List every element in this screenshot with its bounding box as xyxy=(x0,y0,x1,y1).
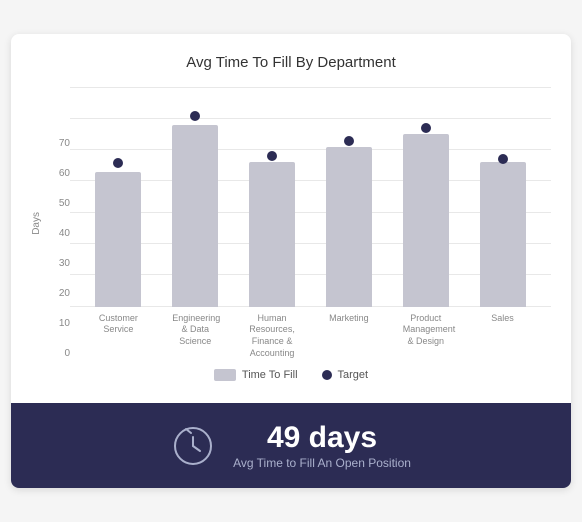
y-axis-title: Days xyxy=(31,212,42,235)
y-tick: 30 xyxy=(59,259,70,269)
target-dot xyxy=(267,151,277,161)
x-label: Sales xyxy=(480,313,526,360)
legend-target-label: Target xyxy=(338,369,369,381)
y-tick: 10 xyxy=(59,319,70,329)
summary-bar: 49 days Avg Time to Fill An Open Positio… xyxy=(11,403,571,488)
y-tick: 50 xyxy=(59,199,70,209)
y-tick: 20 xyxy=(59,289,70,299)
summary-days-value: 49 days xyxy=(267,421,377,454)
bar-group xyxy=(249,162,295,307)
bar-group xyxy=(480,162,526,307)
x-label: HumanResources,Finance &Accounting xyxy=(249,313,295,360)
target-dot xyxy=(190,111,200,121)
legend: Time To Fill Target xyxy=(31,369,551,393)
bar xyxy=(403,134,449,307)
y-tick: 70 xyxy=(59,139,70,149)
bar-group xyxy=(95,172,141,307)
y-tick: 40 xyxy=(59,229,70,239)
chart-inner: CustomerService Engineering& DataScience H… xyxy=(70,87,551,360)
x-labels-row: CustomerService Engineering& DataScience H… xyxy=(70,307,551,360)
grid-and-bars xyxy=(70,87,551,307)
bar xyxy=(326,147,372,307)
legend-fill: Time To Fill xyxy=(214,369,298,381)
chart-area: Days 010203040506070 CustomerServiceEngi… xyxy=(31,87,551,360)
bar-group xyxy=(172,125,218,307)
clock-icon xyxy=(171,424,215,468)
legend-target-swatch xyxy=(322,370,332,380)
bar-group xyxy=(326,147,372,307)
legend-fill-label: Time To Fill xyxy=(242,369,298,381)
x-label: ProductManagement& Design xyxy=(403,313,449,360)
x-label: Engineering& DataScience xyxy=(172,313,218,360)
target-dot xyxy=(113,158,123,168)
bars-row xyxy=(70,87,551,307)
bar xyxy=(95,172,141,307)
target-dot xyxy=(498,154,508,164)
summary-text: 49 days Avg Time to Fill An Open Positio… xyxy=(233,421,411,470)
summary-description: Avg Time to Fill An Open Position xyxy=(233,456,411,470)
chart-title: Avg Time To Fill By Department xyxy=(31,54,551,71)
legend-target: Target xyxy=(322,369,369,381)
x-label: Marketing xyxy=(326,313,372,360)
chart-section: Avg Time To Fill By Department Days 0102… xyxy=(11,34,571,404)
chart-card: Avg Time To Fill By Department Days 0102… xyxy=(11,34,571,489)
legend-fill-swatch xyxy=(214,369,236,381)
bar-group xyxy=(403,134,449,307)
target-dot xyxy=(344,136,354,146)
bar xyxy=(172,125,218,307)
y-axis-labels: 010203040506070 xyxy=(46,139,70,359)
bar xyxy=(249,162,295,307)
target-dot xyxy=(421,123,431,133)
x-label: CustomerService xyxy=(95,313,141,360)
y-tick: 60 xyxy=(59,169,70,179)
bar xyxy=(480,162,526,307)
